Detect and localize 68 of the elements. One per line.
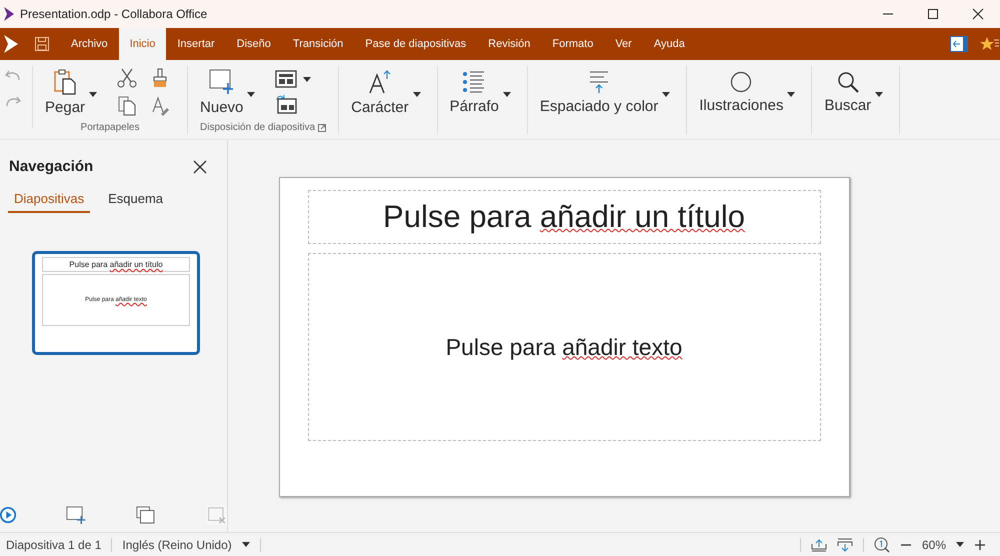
app-logo-icon xyxy=(4,7,14,21)
dropdown-arrow-icon[interactable] xyxy=(956,542,964,547)
paste-icon xyxy=(54,68,76,94)
clear-format-icon[interactable] xyxy=(151,96,170,116)
menu-tab[interactable]: Ver xyxy=(604,28,643,60)
menu-tab[interactable]: Transición xyxy=(282,28,354,60)
close-icon[interactable] xyxy=(193,160,207,174)
panel-title: Navegación xyxy=(9,158,94,175)
layout-icon[interactable] xyxy=(275,70,298,88)
ribbon-button[interactable]: Carácter xyxy=(351,68,409,116)
brush-icon[interactable] xyxy=(151,68,170,88)
menu-tab[interactable]: Formato xyxy=(541,28,604,60)
group-label: Portapapeles xyxy=(80,122,140,133)
language-selector[interactable]: Inglés (Reino Unido) xyxy=(122,538,232,552)
star-icon[interactable] xyxy=(980,36,1000,52)
thumbnail-title: Pulse para añadir un título xyxy=(42,257,190,272)
window-title: Presentation.odp - Collabora Office xyxy=(20,7,208,21)
menu-tab[interactable]: Ayuda xyxy=(642,28,696,60)
circle-icon xyxy=(730,70,752,92)
group-label: Disposición de diapositiva xyxy=(200,122,316,133)
font-size-icon xyxy=(368,68,392,94)
dropdown-arrow-icon[interactable] xyxy=(303,76,312,82)
close-icon[interactable] xyxy=(972,8,984,20)
dropdown-arrow-icon[interactable] xyxy=(242,542,250,547)
panel-tab[interactable]: Diapositivas xyxy=(8,191,90,213)
list-icon xyxy=(462,70,486,94)
new-slide-icon xyxy=(208,68,235,94)
panel-tab[interactable]: Esquema xyxy=(102,191,170,213)
ribbon-button[interactable]: Buscar xyxy=(824,70,872,114)
play-icon[interactable] xyxy=(0,506,16,524)
zoom-level[interactable]: 60% xyxy=(922,538,946,552)
app-logo-icon[interactable] xyxy=(4,35,18,53)
ribbon-button[interactable]: Ilustraciones xyxy=(699,70,784,114)
zoom-reset-icon[interactable] xyxy=(874,536,890,552)
sidebar-toggle-icon[interactable] xyxy=(950,36,968,52)
dropdown-arrow-icon[interactable] xyxy=(875,92,884,96)
menu-tab[interactable]: Pase de diapositivas xyxy=(354,28,478,60)
reset-layout-icon[interactable] xyxy=(275,94,298,114)
new-slide-icon[interactable] xyxy=(66,505,86,525)
copy-icon[interactable] xyxy=(117,96,138,116)
scissors-icon[interactable] xyxy=(117,68,138,88)
spacing-icon xyxy=(588,70,610,94)
maximize-icon[interactable] xyxy=(927,8,939,20)
slide-counter: Diapositiva 1 de 1 xyxy=(6,538,102,552)
ribbon-button[interactable]: Nuevo xyxy=(200,68,244,116)
dropdown-arrow-icon[interactable] xyxy=(247,92,256,96)
menu-tab[interactable]: Insertar xyxy=(166,28,226,60)
text-placeholder[interactable]: Pulse para añadir texto xyxy=(446,334,682,360)
search-icon xyxy=(836,70,859,92)
zoom-in-icon[interactable] xyxy=(974,538,986,550)
duplicate-slide-icon[interactable] xyxy=(136,505,156,525)
fit-page-icon[interactable] xyxy=(836,538,853,552)
dropdown-arrow-icon[interactable] xyxy=(662,92,670,96)
menu-tab[interactable]: Revisión xyxy=(477,28,542,60)
dropdown-arrow-icon[interactable] xyxy=(89,92,98,96)
dropdown-arrow-icon[interactable] xyxy=(502,92,511,96)
menu-tab[interactable]: Diseño xyxy=(226,28,282,60)
ribbon-button[interactable]: Espaciado y color xyxy=(540,70,658,114)
ribbon-button[interactable]: Pegar xyxy=(45,68,86,116)
fit-width-icon[interactable] xyxy=(810,538,827,552)
menu-tab[interactable]: Archivo xyxy=(60,28,119,60)
external-link-icon[interactable] xyxy=(318,124,326,132)
menu-tab[interactable]: Inicio xyxy=(118,28,166,60)
title-placeholder[interactable]: Pulse para añadir un título xyxy=(308,190,820,244)
save-icon[interactable] xyxy=(34,36,50,52)
dropdown-arrow-icon[interactable] xyxy=(412,92,421,96)
dropdown-arrow-icon[interactable] xyxy=(787,92,796,96)
ribbon-button[interactable]: Párrafo xyxy=(450,70,499,114)
